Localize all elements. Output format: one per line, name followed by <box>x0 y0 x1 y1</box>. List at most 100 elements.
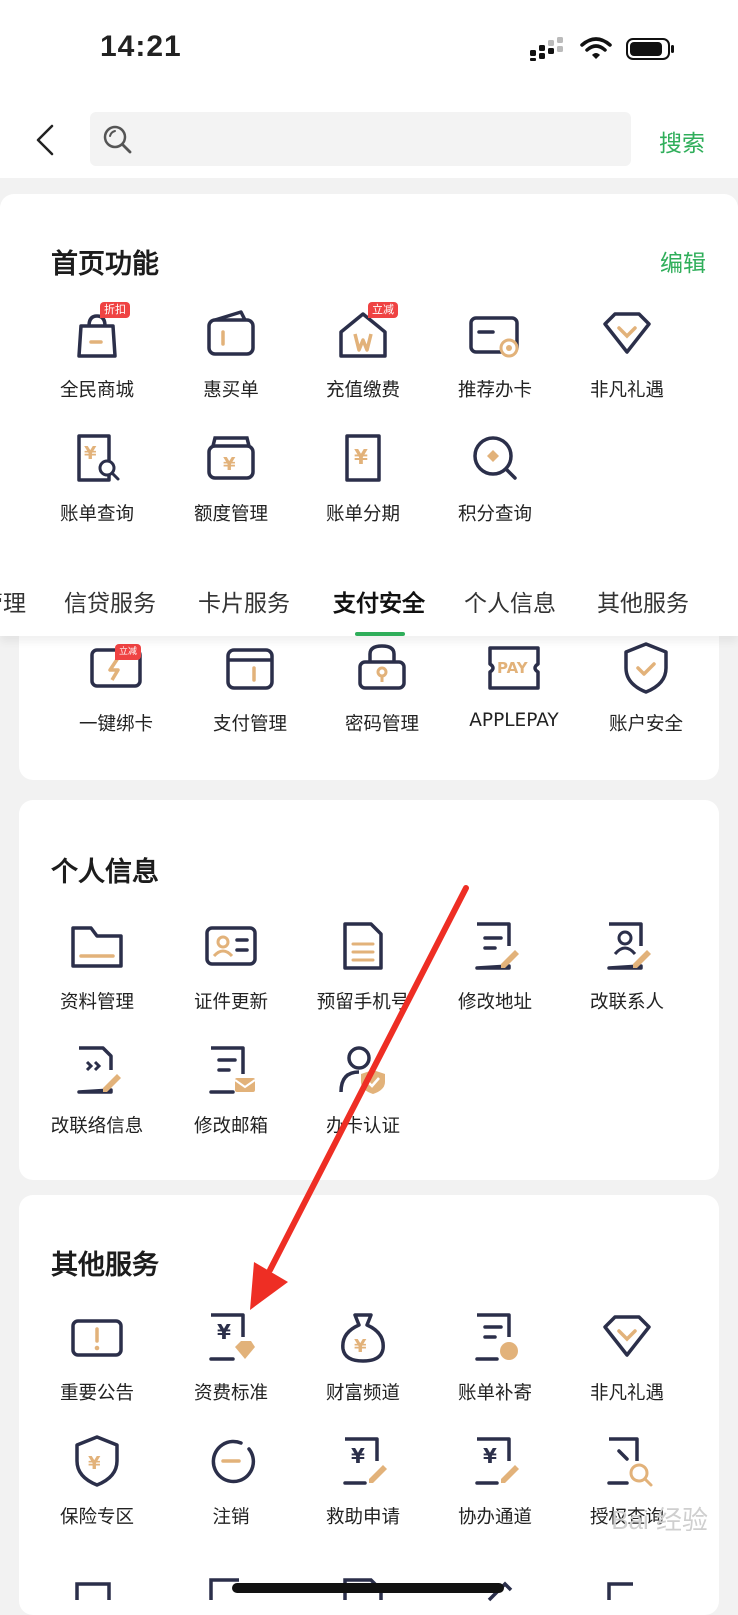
item-label: 改联络信息 <box>50 1116 144 1137</box>
tab-pay-security[interactable]: 支付安全 <box>333 584 425 618</box>
svg-text:¥: ¥ <box>354 1336 367 1357</box>
tab-management[interactable]: 管理 <box>0 584 26 618</box>
home-item-privilege[interactable]: 非凡礼遇 <box>560 304 694 402</box>
notice-icon <box>71 1319 123 1357</box>
item-label: 资料管理 <box>59 992 134 1013</box>
home-item-recharge[interactable]: 立减 充值缴费 <box>296 302 430 402</box>
item-label: APPLEPAY <box>469 710 559 731</box>
item-label: 注销 <box>212 1507 250 1528</box>
wallet-icon <box>226 648 274 690</box>
item-label: 资费标准 <box>193 1383 268 1404</box>
item-label: 财富频道 <box>325 1383 400 1404</box>
item-label: 非凡礼遇 <box>589 380 664 401</box>
other-item-bill-resend[interactable]: 账单补寄 <box>428 1307 562 1405</box>
home-functions-title: 首页功能 <box>51 249 159 280</box>
lock-icon <box>358 644 406 690</box>
discount-badge: 折扣 <box>100 302 130 318</box>
wifi-icon <box>580 37 612 59</box>
wallet-yen-icon: ¥ <box>207 436 255 480</box>
money-bag-icon: ¥ <box>341 1313 385 1363</box>
item-label: 积分查询 <box>457 504 532 525</box>
reduce-badge: 立减 <box>115 644 142 660</box>
search-input[interactable] <box>146 112 620 168</box>
pay-item-bind-card[interactable]: 立减 一键绑卡 <box>49 638 183 736</box>
item-label: 密码管理 <box>344 714 419 735</box>
search-button[interactable]: 搜索 <box>659 124 705 158</box>
other-item-aid[interactable]: ¥ 救助申请 <box>296 1431 430 1529</box>
edit-button[interactable]: 编辑 <box>660 244 706 278</box>
other-item-cancel[interactable]: 注销 <box>164 1431 298 1529</box>
home-functions-card: 首页功能 编辑 折扣 全民商城 惠买单 立减 充值缴费 推荐办卡 非凡礼遇 ¥ … <box>0 194 738 624</box>
item-label: 支付管理 <box>212 714 287 735</box>
status-icons <box>530 36 676 62</box>
item-label: 额度管理 <box>193 504 268 525</box>
fee-doc-icon: ¥ <box>209 1313 255 1361</box>
other-item-fee[interactable]: ¥ 资费标准 <box>164 1307 298 1405</box>
tab-active-indicator <box>355 632 405 636</box>
item-label: 预留手机号 <box>316 992 410 1013</box>
item-label: 办卡认证 <box>325 1116 400 1137</box>
personal-item-contact[interactable]: 改联系人 <box>560 916 694 1014</box>
item-label: 保险专区 <box>59 1507 134 1528</box>
item-label: 修改邮箱 <box>193 1116 268 1137</box>
personal-item-id-update[interactable]: 证件更新 <box>164 916 298 1014</box>
home-item-installment[interactable]: ¥ 账单分期 <box>296 428 430 526</box>
points-search-icon <box>473 436 517 480</box>
personal-item-email[interactable]: 修改邮箱 <box>164 1040 298 1138</box>
tab-other[interactable]: 其他服务 <box>597 584 689 618</box>
other-item-assist[interactable]: ¥ 协办通道 <box>428 1431 562 1529</box>
applepay-icon: PAY <box>488 646 540 690</box>
svg-text:¥: ¥ <box>354 445 368 469</box>
home-item-recommend-card[interactable]: 推荐办卡 <box>428 304 562 402</box>
other-item-notice[interactable]: 重要公告 <box>30 1307 164 1405</box>
reduce-badge: 立减 <box>368 302 398 318</box>
tab-personal[interactable]: 个人信息 <box>464 584 556 618</box>
other-services-title: 其他服务 <box>51 1250 159 1281</box>
personal-item-profile[interactable]: 资料管理 <box>30 916 164 1014</box>
svg-text:¥: ¥ <box>217 1320 231 1344</box>
tab-card[interactable]: 卡片服务 <box>198 584 290 618</box>
bill-search-icon: ¥ <box>77 434 120 482</box>
home-item-limit[interactable]: ¥ 额度管理 <box>164 428 298 526</box>
contact-info-edit-icon <box>77 1046 121 1094</box>
svg-text:¥: ¥ <box>84 443 97 464</box>
personal-item-card-auth[interactable]: 办卡认证 <box>296 1040 430 1138</box>
item-label: 账单分期 <box>325 504 400 525</box>
wallet-icon <box>207 310 255 356</box>
nav-bar: 搜索 <box>0 100 738 178</box>
search-box[interactable] <box>90 112 631 168</box>
svg-text:¥: ¥ <box>88 1453 101 1474</box>
home-item-mall[interactable]: 折扣 全民商城 <box>30 302 164 402</box>
item-label: 非凡礼遇 <box>589 1383 664 1404</box>
shield-check-icon <box>624 642 668 694</box>
insurance-shield-icon: ¥ <box>75 1435 119 1487</box>
pay-item-applepay[interactable]: PAY APPLEPAY <box>447 638 581 731</box>
svg-text:PAY: PAY <box>497 659 529 677</box>
other-item-insurance[interactable]: ¥ 保险专区 <box>30 1431 164 1529</box>
item-label: 账户安全 <box>608 714 683 735</box>
other-item-privilege[interactable]: 非凡礼遇 <box>560 1307 694 1405</box>
pay-item-account-security[interactable]: 账户安全 <box>579 638 713 736</box>
item-label: 一键绑卡 <box>78 714 153 735</box>
folder-icon <box>71 926 123 968</box>
doc-edit-icon <box>475 922 519 970</box>
status-time: 14:21 <box>100 30 182 63</box>
user-shield-icon <box>339 1046 385 1094</box>
pay-item-password[interactable]: 密码管理 <box>315 638 449 736</box>
personal-item-phone[interactable]: 预留手机号 <box>296 916 430 1014</box>
signal-icon <box>530 37 563 61</box>
other-item-wealth[interactable]: ¥ 财富频道 <box>296 1307 430 1405</box>
svg-text:¥: ¥ <box>483 1444 497 1468</box>
card-recommend-icon <box>469 316 519 358</box>
personal-item-contact-info[interactable]: 改联络信息 <box>30 1040 164 1138</box>
item-label: 修改地址 <box>457 992 532 1013</box>
item-label: 账单查询 <box>59 504 134 525</box>
other-services-card: 其他服务 重要公告 ¥ 资费标准 ¥ 财富频道 账单补寄 非凡礼遇 ¥ 保险专区… <box>19 1195 719 1615</box>
home-item-bill-query[interactable]: ¥ 账单查询 <box>30 428 164 526</box>
pay-item-payment-mgmt[interactable]: 支付管理 <box>183 638 317 736</box>
personal-item-address[interactable]: 修改地址 <box>428 916 562 1014</box>
home-item-points[interactable]: 积分查询 <box>428 428 562 526</box>
tab-credit[interactable]: 信贷服务 <box>64 584 156 618</box>
back-button[interactable] <box>30 118 70 162</box>
home-item-huimaidan[interactable]: 惠买单 <box>164 304 298 402</box>
